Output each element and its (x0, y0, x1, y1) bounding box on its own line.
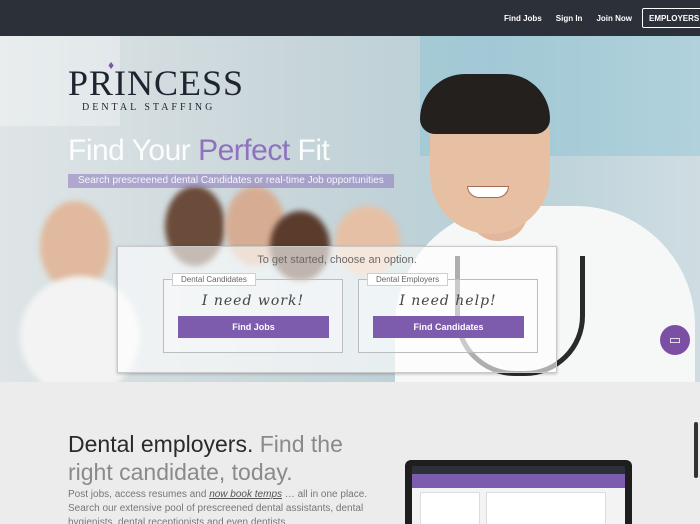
employers-script: I need help! (399, 293, 497, 309)
nav-sign-in-link[interactable]: Sign In (556, 14, 583, 23)
title-muted-1: Find the (253, 431, 343, 457)
body-start: Post jobs, access resumes and (68, 489, 210, 500)
headline-end: Fit (289, 134, 330, 167)
candidates-option: Dental Candidates I need work! Find Jobs (163, 273, 343, 353)
find-jobs-button[interactable]: Find Jobs (178, 316, 329, 338)
nav-find-jobs-link[interactable]: Find Jobs (504, 14, 542, 23)
chooser-title: To get started, choose an option. (257, 254, 417, 266)
candidates-tag: Dental Candidates (172, 273, 256, 286)
screen-nav (412, 466, 625, 474)
employers-section-body: Post jobs, access resumes and now book t… (68, 488, 368, 524)
chat-button[interactable]: ▭ (660, 325, 690, 355)
screen-sidebar (420, 492, 480, 524)
nav-employers-button[interactable]: EMPLOYERS (642, 8, 700, 28)
title-strong: Dental employers. (68, 431, 254, 457)
laptop-screen (412, 466, 625, 524)
hero-banner: ♦ PRINCESS DENTAL STAFFING Find Your Per… (0, 36, 700, 382)
book-temps-link[interactable]: now book temps (209, 489, 282, 500)
candidates-script: I need work! (201, 293, 305, 309)
find-candidates-button[interactable]: Find Candidates (373, 316, 524, 338)
employers-tag: Dental Employers (367, 273, 449, 286)
laptop-illustration (405, 460, 632, 524)
title-muted-2: right candidate, today. (68, 459, 293, 485)
headline-start: Find Your (68, 134, 199, 167)
employers-option: Dental Employers I need help! Find Candi… (358, 273, 538, 353)
main-nav: Find Jobs Sign In Join Now EMPLOYERS (490, 0, 700, 36)
doctor-smile (467, 186, 509, 198)
option-chooser-panel: To get started, choose an option. Dental… (117, 246, 557, 373)
headline-accent: Perfect (198, 134, 290, 167)
top-navigation-bar: Find Jobs Sign In Join Now EMPLOYERS (0, 0, 700, 36)
nav-join-now-link[interactable]: Join Now (596, 14, 632, 23)
page-scrollbar[interactable] (694, 422, 698, 478)
doctor-hair (420, 74, 550, 134)
logo-name: PRINCESS (68, 63, 245, 103)
hero-headline: Find Your Perfect Fit (68, 134, 330, 168)
screen-profile-card (486, 492, 606, 524)
hero-subline: Search prescreened dental Candidates or … (68, 174, 394, 188)
screen-header (412, 474, 625, 488)
chat-icon: ▭ (668, 332, 682, 347)
employers-section-title: Dental employers. Find the right candida… (68, 430, 343, 486)
logo-tagline: DENTAL STAFFING (82, 102, 216, 113)
